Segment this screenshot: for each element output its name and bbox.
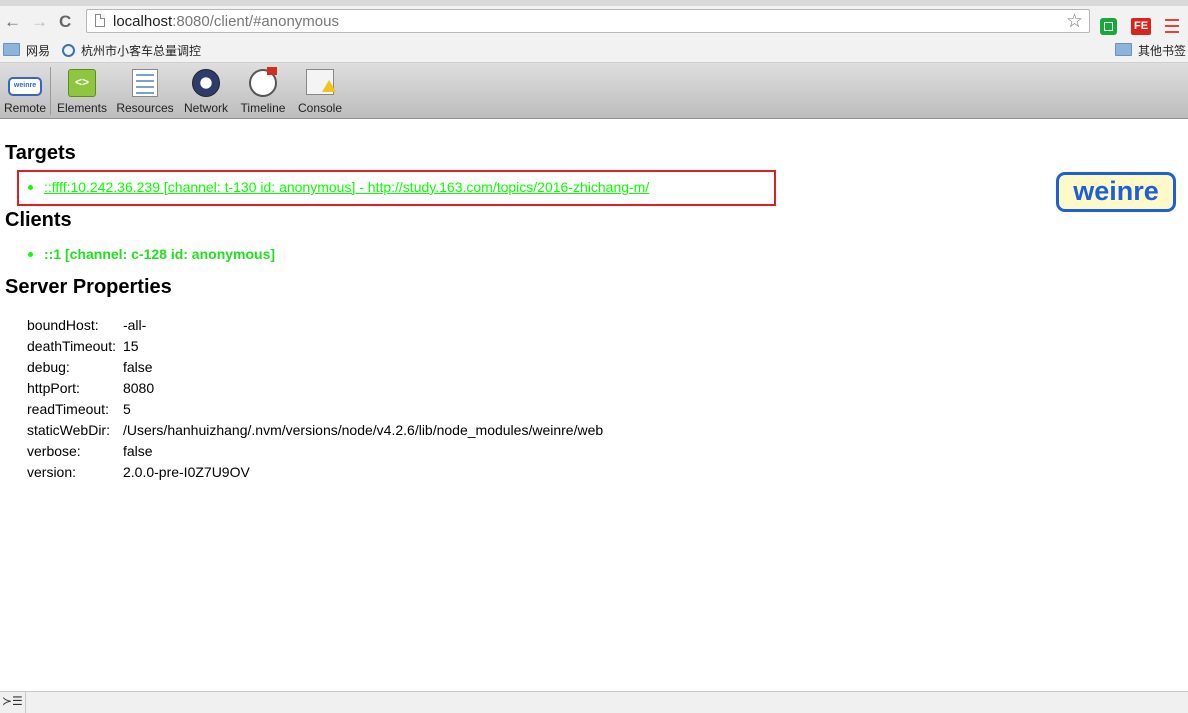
property-key: debug:: [27, 358, 70, 375]
clients-heading: Clients: [5, 209, 72, 231]
browser-toolbar: ← → C localhost:8080/client/#anonymous ☆…: [0, 6, 1188, 38]
network-icon: [192, 69, 220, 97]
extension-fe-icon[interactable]: FE: [1131, 18, 1151, 35]
timeline-flag-icon: [267, 67, 277, 75]
tab-console[interactable]: Console: [294, 63, 346, 118]
resources-icon: [132, 69, 158, 97]
targets-heading: Targets: [5, 142, 76, 164]
property-row: boundHost: -all-: [24, 314, 607, 335]
reload-icon[interactable]: C: [59, 13, 71, 31]
warning-icon: [322, 80, 336, 92]
toolbar-divider: [50, 67, 51, 115]
tab-label: Remote: [3, 101, 47, 115]
client-item: ::1 [channel: c-128 id: anonymous]: [28, 246, 275, 262]
tab-elements[interactable]: <> Elements: [54, 63, 110, 118]
property-value: /Users/hanhuizhang/.nvm/versions/node/v4…: [122, 421, 604, 438]
property-key: deathTimeout:: [27, 337, 116, 354]
status-bar: ≻☰: [0, 691, 1188, 713]
bookmark-label: 网易: [26, 44, 51, 58]
property-value: 2.0.0-pre-I0Z7U9OV: [122, 463, 250, 480]
client-text: ::1 [channel: c-128 id: anonymous]: [44, 246, 276, 262]
tab-remote[interactable]: weinre Remote: [0, 63, 50, 118]
folder-icon: [1115, 43, 1132, 56]
property-key: version:: [27, 463, 77, 480]
clients-list: ::1 [channel: c-128 id: anonymous]: [28, 246, 275, 262]
weinre-toolbar: weinre Remote <> Elements Resources Netw…: [0, 63, 1188, 119]
tab-resources[interactable]: Resources: [114, 63, 176, 118]
bookmark-label: 杭州市小客车总量调控: [81, 44, 202, 58]
url-host: localhost: [113, 13, 173, 30]
bookmarks-bar: 网易 杭州市小客车总量调控 其他书签: [0, 38, 1188, 63]
property-value: 5: [122, 400, 131, 417]
property-key: verbose:: [27, 442, 81, 459]
property-row: debug: false: [24, 356, 607, 377]
tab-label: Console: [297, 101, 343, 115]
property-row: readTimeout: 5: [24, 398, 607, 419]
property-row: deathTimeout: 15: [24, 335, 607, 356]
star-icon[interactable]: ☆: [1066, 10, 1083, 33]
property-value: false: [122, 442, 153, 459]
remote-icon: weinre: [8, 77, 42, 96]
tab-label: Resources: [116, 101, 174, 115]
property-value: -all-: [122, 316, 147, 333]
property-key: readTimeout:: [27, 400, 109, 417]
folder-icon: [3, 43, 20, 56]
bookmark-hangzhou[interactable]: 杭州市小客车总量调控: [62, 42, 201, 59]
bookmark-other[interactable]: 其他书签: [1115, 42, 1186, 59]
url-path: :8080/client/#anonymous: [172, 13, 339, 30]
property-key: boundHost:: [27, 316, 99, 333]
property-key: staticWebDir:: [27, 421, 110, 438]
property-key: httpPort:: [27, 379, 80, 396]
menu-icon[interactable]: [1165, 19, 1179, 37]
address-bar[interactable]: localhost:8080/client/#anonymous ☆: [86, 9, 1090, 33]
console-toggle-icon[interactable]: ≻☰: [2, 694, 23, 708]
back-icon[interactable]: ←: [4, 13, 21, 31]
site-icon: [62, 44, 75, 57]
bookmark-label: 其他书签: [1138, 44, 1187, 58]
property-value: 8080: [122, 379, 155, 396]
weinre-logo: weinre: [1056, 172, 1176, 212]
elements-icon: <>: [68, 69, 96, 97]
property-value: false: [122, 358, 153, 375]
extension-green-icon[interactable]: [1100, 18, 1117, 35]
server-properties-heading: Server Properties: [5, 276, 172, 298]
property-row: staticWebDir: /Users/hanhuizhang/.nvm/ver…: [24, 419, 607, 440]
tab-label: Elements: [56, 101, 108, 115]
tab-timeline[interactable]: Timeline: [237, 63, 289, 118]
server-properties-table: boundHost: -all- deathTimeout: 15 debug: fa…: [24, 314, 607, 482]
forward-icon[interactable]: →: [31, 13, 48, 31]
status-divider: [25, 692, 26, 713]
tab-network[interactable]: Network: [180, 63, 232, 118]
highlight-box: [17, 170, 776, 206]
property-value: 15: [122, 337, 139, 354]
page-icon: [95, 14, 105, 27]
property-row: httpPort: 8080: [24, 377, 607, 398]
property-row: verbose: false: [24, 440, 607, 461]
tab-label: Network: [183, 101, 228, 115]
bookmark-netease[interactable]: 网易: [3, 42, 50, 59]
property-row: version: 2.0.0-pre-I0Z7U9OV: [24, 461, 607, 482]
tab-label: Timeline: [240, 101, 286, 115]
url-text[interactable]: localhost:8080/client/#anonymous: [113, 13, 339, 30]
